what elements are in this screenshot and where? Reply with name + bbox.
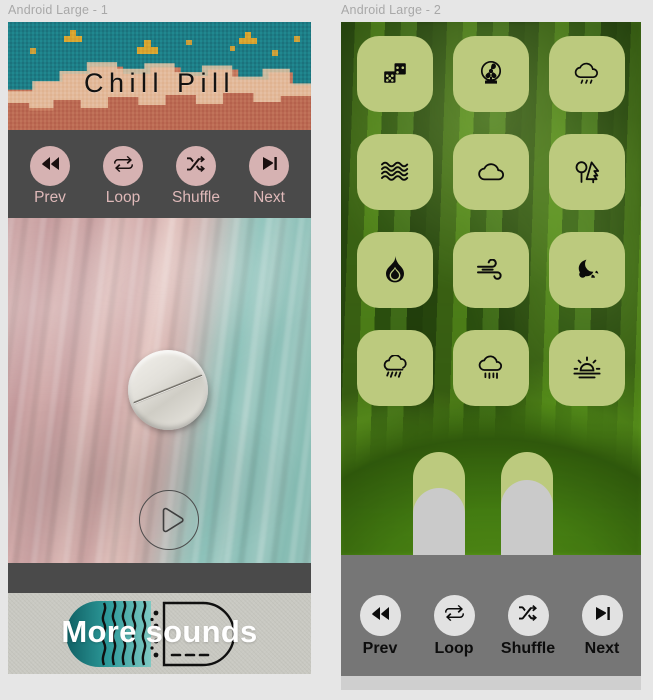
prev-button[interactable]: Prev	[20, 146, 81, 206]
next-button-circle[interactable]	[249, 146, 289, 187]
sound-tile-fire[interactable]	[357, 232, 433, 308]
shuffle-icon	[186, 155, 206, 177]
night-moon-icon	[573, 258, 601, 282]
sound-tile-trees[interactable]	[549, 134, 625, 210]
pill-score-line	[133, 374, 203, 405]
loop-button-label: Loop	[105, 189, 141, 207]
volume-slider-2-fill[interactable]	[501, 479, 553, 555]
transport-controls-1: Prev Loop Shuffle Next	[8, 130, 311, 218]
next-button[interactable]: Next	[572, 595, 633, 657]
trees-icon	[574, 159, 601, 185]
volume-slider-1-fill[interactable]	[413, 487, 465, 555]
loop-button-circle[interactable]	[433, 595, 475, 636]
frame-label-2: Android Large - 2	[341, 3, 441, 17]
sound-tile-dice[interactable]	[357, 36, 433, 112]
fan-icon	[477, 60, 505, 88]
fire-icon	[384, 256, 406, 284]
cloud-icon	[477, 161, 505, 183]
sound-tile-heavy-rain[interactable]	[453, 330, 529, 406]
sound-tile-fan[interactable]	[453, 36, 529, 112]
device-preview-android-large-2: Prev Loop Shuffle Next	[341, 22, 641, 690]
screenshot-canvas: Android Large - 1 Android Large - 2 Chil…	[0, 0, 653, 700]
rewind-icon	[41, 156, 60, 176]
next-icon	[261, 156, 278, 176]
sound-tile-rain-cloud[interactable]	[549, 36, 625, 112]
loop-button[interactable]: Loop	[93, 146, 154, 206]
prev-button-circle[interactable]	[30, 146, 70, 187]
sound-tile-waves[interactable]	[357, 134, 433, 210]
shuffle-button-label: Shuffle	[172, 189, 220, 207]
more-sounds-footer[interactable]: More sounds	[8, 593, 311, 674]
hero-artwork: Chill Pill	[8, 22, 311, 130]
loop-icon	[113, 155, 133, 177]
pill-tablet-graphic	[128, 350, 218, 434]
shuffle-button[interactable]: Shuffle	[498, 595, 559, 657]
more-sounds-label: More sounds	[61, 614, 258, 649]
shuffle-button-label: Shuffle	[500, 640, 556, 657]
volume-slider-1[interactable]	[413, 452, 465, 555]
rain-cloud-icon	[573, 62, 601, 86]
shuffle-button[interactable]: Shuffle	[166, 146, 227, 206]
next-button-label: Next	[253, 189, 285, 207]
sound-tile-cloud[interactable]	[453, 134, 529, 210]
shuffle-button-circle[interactable]	[176, 146, 216, 187]
frame-label-1: Android Large - 1	[8, 3, 108, 17]
loop-button-label: Loop	[434, 640, 474, 657]
prev-button[interactable]: Prev	[350, 595, 411, 657]
drizzle-icon	[381, 355, 409, 381]
app-title: Chill Pill	[83, 68, 236, 98]
rewind-icon	[371, 606, 390, 626]
transport-controls-2: Prev Loop Shuffle Next	[341, 555, 641, 676]
artwork-panel	[8, 218, 311, 563]
divider-strip	[8, 563, 311, 593]
next-button[interactable]: Next	[239, 146, 300, 206]
prev-button-circle[interactable]	[359, 595, 401, 636]
device-preview-android-large-1: Chill Pill Prev Loop Shuffle Next More s…	[8, 22, 311, 674]
sound-tile-sunset[interactable]	[549, 330, 625, 406]
play-button[interactable]	[139, 490, 199, 550]
sunset-icon	[572, 355, 602, 381]
shuffle-button-circle[interactable]	[507, 595, 549, 636]
dice-icon	[382, 61, 408, 87]
prev-button-label: Prev	[362, 640, 398, 657]
volume-slider-group	[413, 452, 553, 555]
next-icon	[594, 606, 611, 626]
sound-tile-drizzle[interactable]	[357, 330, 433, 406]
sound-tile-grid	[357, 36, 625, 406]
waves-icon	[380, 160, 410, 184]
prev-button-label: Prev	[34, 189, 66, 207]
loop-button[interactable]: Loop	[424, 595, 485, 657]
loop-icon	[444, 605, 464, 626]
next-button-circle[interactable]	[581, 595, 623, 636]
volume-slider-2[interactable]	[501, 452, 553, 555]
sound-tile-night[interactable]	[549, 232, 625, 308]
next-button-label: Next	[584, 640, 620, 657]
sound-tile-wind[interactable]	[453, 232, 529, 308]
pill-disc	[128, 350, 208, 430]
play-icon	[154, 505, 184, 535]
loop-button-circle[interactable]	[103, 146, 143, 187]
forest-background	[341, 22, 641, 555]
wind-icon	[476, 259, 506, 281]
heavy-rain-icon	[477, 355, 505, 381]
shuffle-icon	[518, 605, 538, 626]
